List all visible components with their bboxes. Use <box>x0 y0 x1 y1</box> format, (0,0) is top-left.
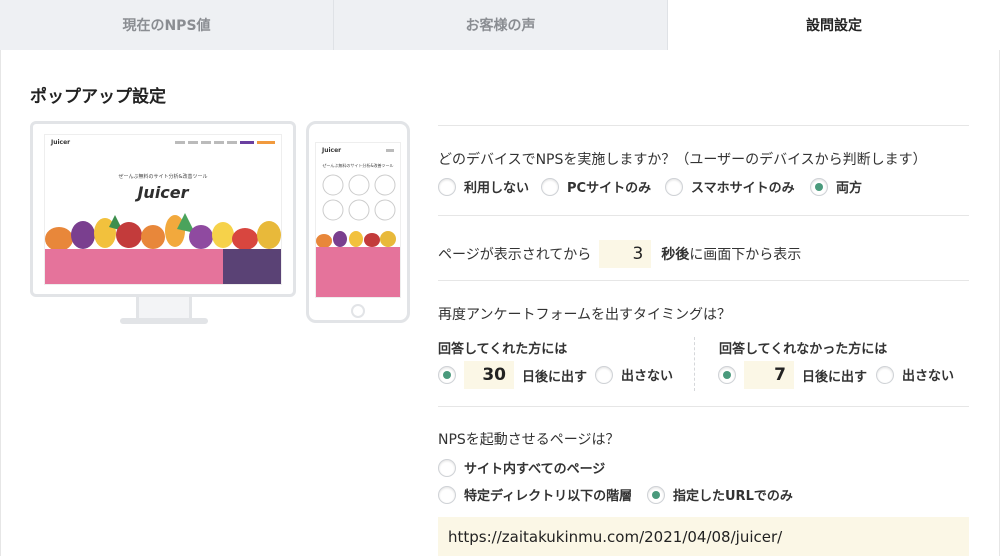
monitor-stand <box>136 297 192 319</box>
unanswered-no-label: 出さない <box>902 369 955 384</box>
device-option-both[interactable]: 両方 <box>810 177 862 196</box>
preview-brand-logo: Juicer <box>137 183 189 202</box>
tab-customer-voice[interactable]: お客様の声 <box>334 0 668 50</box>
divider <box>438 406 969 407</box>
device-option-sp[interactable]: スマホサイトのみ <box>665 177 795 196</box>
mobile-preview: Juicer ぜーんぶ無料のサイト分析&改善ツール <box>306 121 410 323</box>
delay-seconds-input[interactable]: 3 <box>599 240 652 268</box>
delay-unit: 秒後 <box>661 247 690 263</box>
mobile-fruit-illustration <box>316 231 396 247</box>
radio-device-both[interactable] <box>810 177 828 196</box>
preview-hero-text: ぜーんぶ無料のサイト分析&改善ツール <box>118 174 208 180</box>
scope-option-all-label: サイト内すべてのページ <box>464 462 606 477</box>
radio-scope-url[interactable] <box>647 485 665 504</box>
divider <box>438 280 969 281</box>
device-option-pc-label: PCサイトのみ <box>567 181 652 196</box>
section-title: ポップアップ設定 <box>30 87 166 107</box>
unanswered-no-option[interactable]: 出さない <box>876 365 954 384</box>
answered-days-input[interactable]: 30 <box>464 361 514 389</box>
device-option-none[interactable]: 利用しない <box>438 177 529 196</box>
tab-bar: 現在のNPS値 お客様の声 設問設定 <box>0 0 1000 50</box>
home-button-icon <box>351 304 365 318</box>
radio-answered-after[interactable] <box>438 366 456 384</box>
radio-scope-all[interactable] <box>438 458 456 477</box>
device-option-sp-label: スマホサイトのみ <box>691 181 795 196</box>
preview-logo: Juicer <box>51 138 71 146</box>
unanswered-after-option[interactable]: 7 日後に出す <box>718 361 867 389</box>
unanswered-after-label: 日後に出す <box>802 369 868 385</box>
scope-option-directory-label: 特定ディレクトリ以下の階層 <box>464 489 633 504</box>
answered-no-label: 出さない <box>621 369 674 384</box>
timing-question: 再度アンケートフォームを出すタイミングは？ <box>438 307 732 323</box>
preview-popup-banner <box>45 249 223 284</box>
tab-current-nps[interactable]: 現在のNPS値 <box>0 0 334 50</box>
radio-scope-directory[interactable] <box>438 485 456 504</box>
scope-option-all[interactable]: サイト内すべてのページ <box>438 458 605 477</box>
tab-question-settings[interactable]: 設問設定 <box>668 0 1000 50</box>
scope-option-url-label: 指定したURLでのみ <box>673 489 793 504</box>
unanswered-title: 回答してくれなかった方には <box>719 342 888 357</box>
radio-device-pc[interactable] <box>541 177 559 196</box>
monitor-base <box>120 318 208 324</box>
fruit-illustration <box>45 213 281 249</box>
radio-unanswered-after[interactable] <box>718 366 736 384</box>
mobile-preview-logo: Juicer <box>322 146 342 154</box>
delay-setting: ページが表示されてから 3 秒後 に画面下から表示 <box>438 240 801 268</box>
radio-device-none[interactable] <box>438 177 456 196</box>
desktop-preview: Juicer ぜーんぶ無料のサイト分析&改善ツール Juicer <box>30 121 296 297</box>
answered-after-label: 日後に出す <box>522 369 588 385</box>
delay-prefix: ページが表示されてから <box>438 247 592 263</box>
desktop-preview-screen: Juicer ぜーんぶ無料のサイト分析&改善ツール Juicer <box>44 134 282 285</box>
device-option-both-label: 両方 <box>836 181 863 196</box>
unanswered-days-input[interactable]: 7 <box>744 361 794 389</box>
page-scope-question: NPSを起動させるページは？ <box>438 432 620 448</box>
column-separator <box>694 337 695 391</box>
radio-device-sp[interactable] <box>665 177 683 196</box>
radio-unanswered-no[interactable] <box>876 365 894 384</box>
scope-option-url[interactable]: 指定したURLでのみ <box>647 485 793 504</box>
divider <box>438 215 969 216</box>
delay-suffix: に画面下から表示 <box>689 247 802 263</box>
device-option-none-label: 利用しない <box>464 181 530 196</box>
answered-after-option[interactable]: 30 日後に出す <box>438 361 587 389</box>
preview-side-panel <box>223 249 281 284</box>
scope-option-directory[interactable]: 特定ディレクトリ以下の階層 <box>438 485 632 504</box>
mobile-preview-nav: Juicer <box>316 143 400 157</box>
answered-title: 回答してくれた方には <box>438 342 568 357</box>
mobile-preview-screen: Juicer ぜーんぶ無料のサイト分析&改善ツール <box>315 142 401 298</box>
divider <box>438 125 969 126</box>
answered-no-option[interactable]: 出さない <box>595 365 673 384</box>
url-input[interactable]: https://zaitakukinmu.com/2021/04/08/juic… <box>438 517 969 556</box>
feature-icons <box>322 174 396 221</box>
radio-answered-no[interactable] <box>595 365 613 384</box>
preview-nav: Juicer <box>45 135 281 149</box>
mobile-hero-text: ぜーんぶ無料のサイト分析&改善ツール <box>322 163 394 168</box>
mobile-popup-banner <box>316 247 400 297</box>
device-option-pc[interactable]: PCサイトのみ <box>541 177 651 196</box>
device-question: どのデバイスでNPSを実施しますか？（ユーザーのデバイスから判断します） <box>438 152 927 168</box>
